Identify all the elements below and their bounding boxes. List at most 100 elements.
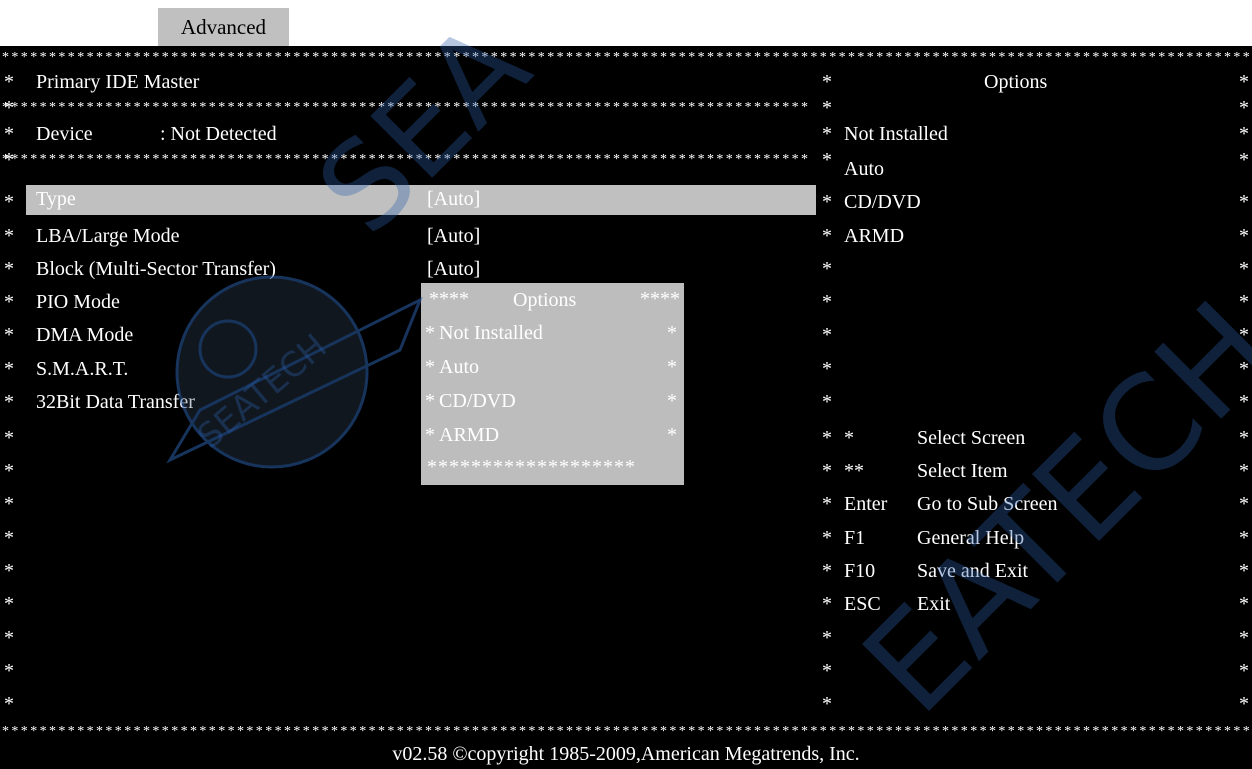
svg-text:*: * (679, 100, 686, 111)
svg-text:*: * (829, 50, 836, 61)
svg-text:*: * (829, 724, 836, 735)
svg-text:*: * (284, 724, 291, 735)
svg-text:*: * (68, 152, 75, 163)
svg-text:*: * (11, 50, 18, 61)
svg-text:*: * (585, 50, 592, 61)
svg-text:*: * (895, 50, 902, 61)
svg-text:*: * (726, 152, 733, 163)
svg-text:*: * (679, 50, 686, 61)
popup-option-not-installed[interactable]: Not Installed (439, 321, 543, 345)
svg-text:*: * (716, 724, 723, 735)
svg-text:*: * (105, 724, 112, 735)
svg-text:*: * (387, 724, 394, 735)
svg-text:*: * (528, 100, 535, 111)
svg-text:*: * (632, 100, 639, 111)
svg-text:*: * (152, 100, 159, 111)
popup-title: Options (513, 289, 577, 311)
svg-text:*: * (453, 50, 460, 61)
svg-text:*: * (773, 100, 780, 111)
svg-text:*: * (669, 50, 676, 61)
svg-text:*: * (152, 50, 159, 61)
svg-text:*: * (1017, 724, 1024, 735)
svg-text:*: * (557, 100, 564, 111)
svg-text:*: * (1196, 50, 1203, 61)
svg-text:*: * (359, 100, 366, 111)
svg-text:*: * (143, 152, 150, 163)
help-desc-select-screen: Select Screen (917, 427, 1026, 449)
svg-text:*: * (1149, 724, 1156, 735)
svg-text:*: * (350, 50, 357, 61)
svg-text:*: * (237, 724, 244, 735)
svg-text:*: * (923, 724, 930, 735)
svg-text:*: * (660, 50, 667, 61)
svg-text:*: * (1121, 50, 1128, 61)
setting-label-dma[interactable]: DMA Mode (36, 323, 133, 347)
svg-text:*: * (1102, 724, 1109, 735)
svg-text:*: * (698, 50, 705, 61)
svg-text:*: * (669, 100, 676, 111)
svg-text:*: * (134, 724, 141, 735)
setting-row-type[interactable]: Type [Auto] (26, 185, 816, 215)
svg-text:*: * (1074, 50, 1081, 61)
svg-text:*: * (904, 50, 911, 61)
svg-text:*: * (669, 152, 676, 163)
setting-label-lba[interactable]: LBA/Large Mode (36, 224, 180, 248)
svg-text:*: * (1243, 50, 1250, 61)
svg-text:*: * (275, 100, 282, 111)
help-key-esc: ESC (844, 593, 881, 615)
svg-text:*: * (340, 724, 347, 735)
svg-text:*: * (199, 50, 206, 61)
svg-text:*: * (171, 152, 178, 163)
svg-text:*: * (735, 724, 742, 735)
svg-text:*: * (763, 50, 770, 61)
svg-text:*: * (228, 100, 235, 111)
svg-text:*: * (256, 152, 263, 163)
svg-text:*: * (801, 100, 808, 111)
popup-option-armd[interactable]: ARMD (439, 423, 499, 447)
svg-text:*: * (162, 724, 169, 735)
svg-text:*: * (491, 724, 498, 735)
popup-option-auto[interactable]: Auto (439, 355, 479, 379)
popup-option-cddvd[interactable]: CD/DVD (439, 389, 516, 413)
tab-advanced[interactable]: Advanced (158, 8, 289, 46)
setting-value-lba[interactable]: [Auto] (427, 224, 480, 248)
svg-text:*: * (387, 100, 394, 111)
setting-label-32bit[interactable]: 32Bit Data Transfer (36, 390, 195, 414)
svg-text:*: * (594, 152, 601, 163)
setting-value-block[interactable]: [Auto] (427, 257, 480, 281)
svg-text:*: * (1074, 724, 1081, 735)
svg-text:*: * (575, 152, 582, 163)
svg-text:*: * (754, 50, 761, 61)
svg-text:*: * (124, 724, 131, 735)
svg-text:*: * (1139, 724, 1146, 735)
svg-text:*: * (923, 50, 930, 61)
svg-text:*: * (1092, 50, 1099, 61)
svg-text:*: * (77, 100, 84, 111)
svg-text:*: * (2, 50, 9, 61)
svg-text:*: * (397, 152, 404, 163)
svg-text:*: * (914, 50, 921, 61)
svg-text:*: * (256, 50, 263, 61)
setting-label-block[interactable]: Block (Multi-Sector Transfer) (36, 257, 276, 281)
svg-text:*: * (500, 100, 507, 111)
setting-label-pio[interactable]: PIO Mode (36, 290, 120, 314)
svg-text:*: * (886, 724, 893, 735)
svg-text:*: * (77, 724, 84, 735)
svg-text:*: * (857, 724, 864, 735)
svg-text:*: * (416, 152, 423, 163)
svg-text:*: * (322, 152, 329, 163)
svg-text:*: * (698, 152, 705, 163)
svg-text:*: * (124, 100, 131, 111)
svg-text:*: * (463, 724, 470, 735)
svg-text:*: * (190, 152, 197, 163)
svg-text:*: * (463, 50, 470, 61)
option-not-installed: Not Installed (844, 123, 948, 145)
setting-label-smart[interactable]: S.M.A.R.T. (36, 357, 128, 381)
svg-text:*: * (40, 50, 47, 61)
svg-text:*: * (181, 152, 188, 163)
svg-text:*: * (256, 724, 263, 735)
svg-text:*: * (1224, 724, 1231, 735)
svg-text:*: * (171, 50, 178, 61)
svg-text:*: * (538, 724, 545, 735)
svg-text:*: * (134, 100, 141, 111)
